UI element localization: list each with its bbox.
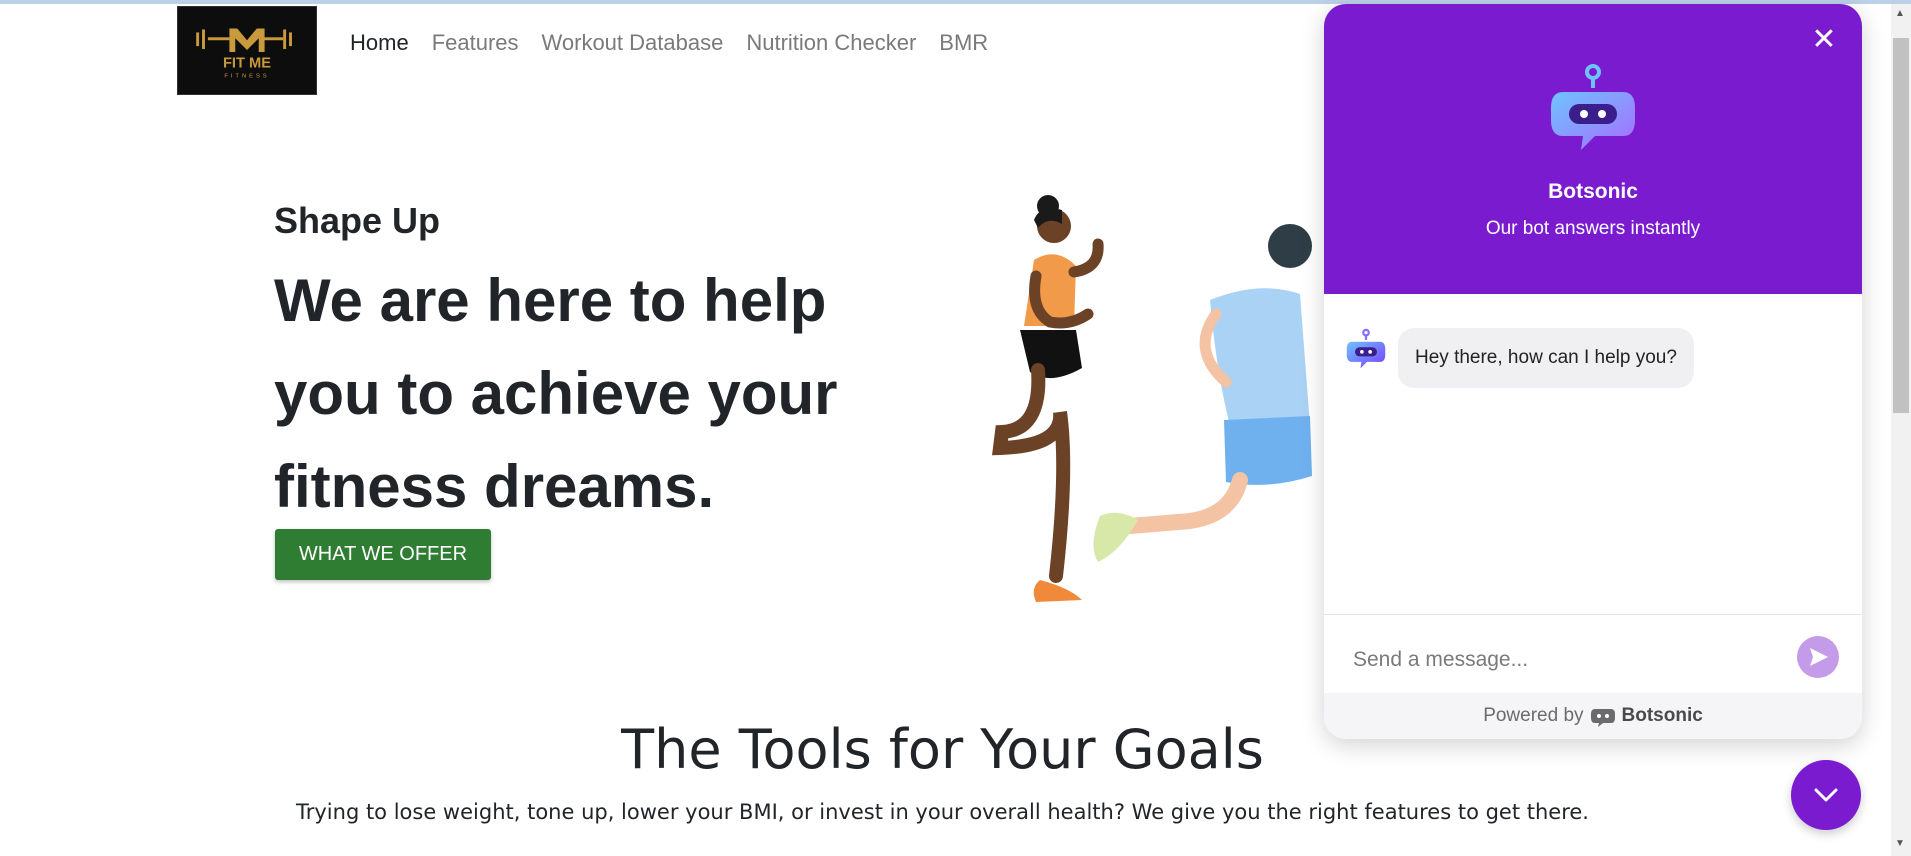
logo-subtext: FITNESS <box>224 73 269 79</box>
powered-by-footer[interactable]: Powered by Botsonic <box>1324 693 1862 739</box>
nav-home[interactable]: Home <box>350 30 409 56</box>
fitme-logo-graphic: FIT ME FITNESS <box>196 28 292 79</box>
hero-eyebrow: Shape Up <box>274 200 441 241</box>
chat-widget: ✕ Botsonic Our bot answers instantly Hey… <box>1324 4 1862 739</box>
scrollbar-thumb[interactable] <box>1893 38 1909 413</box>
chat-header: ✕ Botsonic Our bot answers instantly <box>1324 4 1862 294</box>
send-button[interactable] <box>1797 636 1839 678</box>
nav-nutrition-checker[interactable]: Nutrition Checker <box>746 30 916 56</box>
powered-by-label: Powered by <box>1483 705 1584 726</box>
runners-illustration <box>992 195 1312 602</box>
chat-message-input[interactable] <box>1351 642 1795 678</box>
bot-tagline: Our bot answers instantly <box>1485 218 1701 239</box>
tools-section-subtitle: Trying to lose weight, tone up, lower yo… <box>296 800 1589 824</box>
bot-message-avatar-icon <box>1346 328 1386 369</box>
chat-divider <box>1324 614 1862 615</box>
bot-name: Botsonic <box>1548 180 1638 203</box>
scroll-up-arrow-icon[interactable]: ▲ <box>1895 8 1905 19</box>
close-icon[interactable]: ✕ <box>1808 24 1840 56</box>
scroll-down-arrow-icon[interactable]: ▼ <box>1895 838 1905 849</box>
send-icon <box>1810 648 1828 666</box>
chat-launcher-button[interactable] <box>1791 760 1861 830</box>
powered-by-brand: Botsonic <box>1621 705 1703 726</box>
hero-headline: We are here to help you to achieve your … <box>274 267 838 520</box>
bot-message-bubble: Hey there, how can I help you? <box>1398 328 1694 388</box>
nav-features[interactable]: Features <box>432 30 519 56</box>
main-nav: Home Features Workout Database Nutrition… <box>350 30 988 56</box>
man-runner <box>1093 224 1312 562</box>
logo-text: FIT ME <box>223 56 271 72</box>
bot-avatar-icon <box>1551 64 1635 150</box>
what-we-offer-button[interactable]: WHAT WE OFFER <box>275 529 491 580</box>
chevron-down-icon <box>1814 788 1838 802</box>
botsonic-logo-icon <box>1590 709 1615 727</box>
nav-bmr[interactable]: BMR <box>939 30 988 56</box>
nav-workout-database[interactable]: Workout Database <box>542 30 724 56</box>
woman-runner <box>992 195 1104 602</box>
site-logo[interactable]: FIT ME FITNESS <box>177 6 317 95</box>
